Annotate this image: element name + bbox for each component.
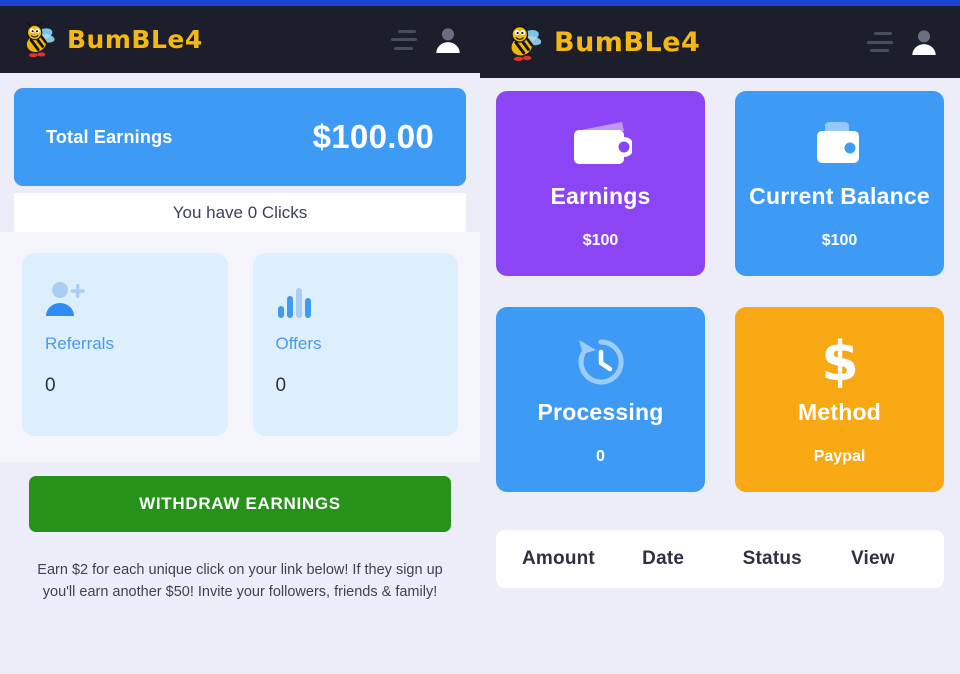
column-header-amount[interactable]: Amount xyxy=(522,548,642,570)
promo-description: Earn $2 for each unique click on your li… xyxy=(37,562,443,600)
bar-chart-icon xyxy=(276,280,436,320)
right-panel-body: Earnings $100 Current Balance $100 Proce… xyxy=(480,78,960,588)
tile-processing[interactable]: Processing 0 xyxy=(496,307,705,492)
brand-name: BumBLe4 xyxy=(554,26,701,58)
stat-card-offers[interactable]: Offers 0 xyxy=(252,253,458,436)
user-avatar-icon[interactable] xyxy=(434,27,462,53)
tile-value-processing: 0 xyxy=(596,447,605,465)
withdraw-earnings-button[interactable]: WITHDRAW EARNINGS xyxy=(29,476,451,532)
stat-title-offers: Offers xyxy=(275,334,322,353)
left-app-header: BumBLe4 xyxy=(0,6,480,73)
right-panel: BumBLe4 Earnings $100 Current Balance $1… xyxy=(480,0,960,674)
tile-value-current-balance: $100 xyxy=(821,231,858,249)
right-header-actions xyxy=(867,29,938,55)
tile-earnings[interactable]: Earnings $100 xyxy=(496,91,705,276)
total-earnings-amount: $100.00 xyxy=(312,118,434,155)
tile-current-balance[interactable]: Current Balance $100 xyxy=(735,91,944,276)
wallet-icon xyxy=(570,118,632,174)
left-panel-body: Total Earnings $100.00 You have 0 Clicks xyxy=(0,88,480,232)
right-app-header: BumBLe4 xyxy=(480,6,960,78)
left-header-actions xyxy=(391,27,462,53)
tile-title-processing: Processing xyxy=(537,398,664,425)
hamburger-icon[interactable] xyxy=(391,29,417,50)
column-header-view[interactable]: View xyxy=(851,548,918,570)
wallet-icon xyxy=(809,118,871,174)
stat-card-referrals[interactable]: Referrals 0 xyxy=(22,253,228,436)
column-header-status[interactable]: Status xyxy=(743,548,851,570)
stat-cards-row: Referrals 0 Offers 0 xyxy=(0,232,480,462)
total-earnings-banner: Total Earnings $100.00 xyxy=(14,88,466,186)
svg-text:$: $ xyxy=(821,334,859,390)
tile-title-method: Method xyxy=(798,398,881,425)
stat-title-referrals: Referrals xyxy=(45,334,114,353)
tile-title-current-balance: Current Balance xyxy=(749,182,930,209)
bee-icon xyxy=(510,22,542,61)
brand-logo-right[interactable]: BumBLe4 xyxy=(502,21,700,64)
summary-tiles-grid: Earnings $100 Current Balance $100 Proce… xyxy=(496,91,944,492)
transactions-table-header: Amount Date Status View xyxy=(496,530,944,588)
tile-method[interactable]: $ Method Paypal xyxy=(735,307,944,492)
brand-name: BumBLe4 xyxy=(67,25,203,54)
stat-value-offers: 0 xyxy=(275,375,287,396)
user-avatar-icon[interactable] xyxy=(910,29,938,55)
user-plus-icon xyxy=(45,280,205,320)
history-icon xyxy=(573,334,629,390)
bee-icon xyxy=(26,21,55,57)
left-panel: BumBLe4 Total Earnings $100.00 You have … xyxy=(0,0,480,674)
tile-value-method: Paypal xyxy=(813,447,866,465)
clicks-count-text: You have 0 Clicks xyxy=(172,202,308,222)
dual-panel-screenshot: BumBLe4 Total Earnings $100.00 You have … xyxy=(0,0,960,674)
tile-title-earnings: Earnings xyxy=(550,182,651,209)
tile-value-earnings: $100 xyxy=(582,231,619,249)
hamburger-icon[interactable] xyxy=(867,32,893,52)
dollar-icon: $ xyxy=(817,334,863,390)
column-header-date[interactable]: Date xyxy=(642,548,742,570)
stat-value-referrals: 0 xyxy=(45,375,56,396)
brand-logo[interactable]: BumBLe4 xyxy=(18,20,203,60)
clicks-count-bar: You have 0 Clicks xyxy=(14,193,466,232)
total-earnings-label: Total Earnings xyxy=(46,126,173,147)
